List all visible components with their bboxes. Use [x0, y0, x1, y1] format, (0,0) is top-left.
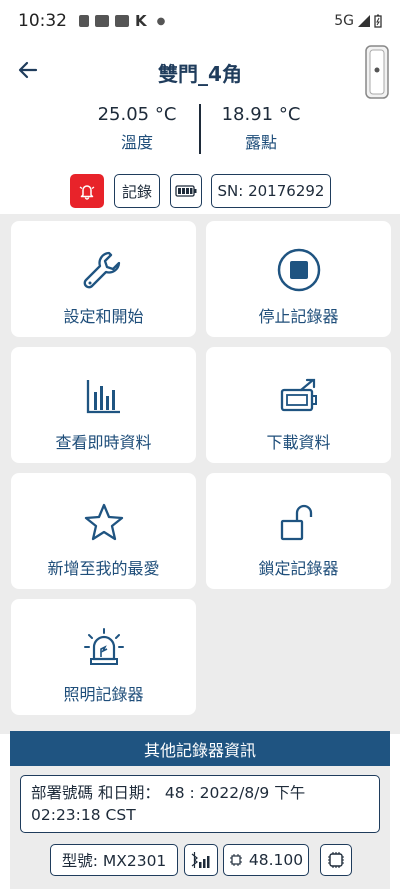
reading-divider — [199, 104, 201, 154]
stop-logger-label: 停止記錄器 — [258, 307, 339, 326]
battery-full-icon — [175, 185, 197, 197]
bar-chart-icon — [86, 380, 120, 414]
stop-icon — [277, 248, 320, 292]
unlock-icon — [280, 504, 312, 541]
view-live-data-label: 查看即時資料 — [55, 433, 152, 452]
view-live-data-tile[interactable]: 查看即時資料 — [11, 347, 196, 463]
temperature-reading: 25.05 °C 溫度 — [82, 104, 192, 153]
add-favorite-label: 新增至我的最愛 — [47, 559, 160, 578]
add-favorite-tile[interactable]: 新增至我的最愛 — [11, 473, 196, 589]
logger-device-icon — [365, 45, 389, 99]
download-data-tile[interactable]: 下載資料 — [206, 347, 391, 463]
k-app-icon: K — [135, 12, 147, 30]
page-title: 雙門_4角 — [158, 62, 242, 86]
app-bar: 雙門_4角 — [0, 42, 400, 100]
battery-chip — [170, 174, 202, 208]
bluetooth-signal-icon — [191, 852, 210, 868]
other-info-header[interactable]: 其他記錄器資訊 — [10, 731, 390, 766]
network-type: 5G — [334, 13, 354, 29]
readings: 25.05 °C 溫度 18.91 °C 露點 — [0, 100, 400, 158]
stop-logger-tile[interactable]: 停止記錄器 — [206, 221, 391, 337]
device-info-chips: 型號: MX2301 48.100 — [10, 844, 390, 878]
status-bar: 10:32 K ● 5G — [0, 0, 400, 42]
alarm-chip[interactable] — [70, 174, 104, 208]
light-logger-label: 照明記錄器 — [63, 685, 144, 704]
status-chips: 記錄 SN: 20176292 — [0, 174, 400, 210]
deployment-line-1: 部署號碼 和日期： 48 : 2022/8/9 下午 — [31, 784, 306, 802]
dewpoint-reading: 18.91 °C 露點 — [206, 104, 316, 153]
status-right: 5G — [334, 13, 382, 29]
processor-icon — [328, 852, 344, 868]
serial-number-chip: SN: 20176292 — [211, 174, 331, 208]
lock-logger-label: 鎖定記錄器 — [258, 559, 339, 578]
chip-icon — [229, 854, 242, 866]
model-chip: 型號: MX2301 — [50, 844, 178, 876]
logging-status-chip[interactable]: 記錄 — [114, 174, 160, 208]
signal-icon — [358, 15, 370, 27]
other-info-panel: 部署號碼 和日期： 48 : 2022/8/9 下午 02:23:18 CST … — [10, 766, 390, 889]
wrench-icon — [83, 251, 120, 289]
setup-start-label: 設定和開始 — [63, 307, 144, 326]
temperature-value: 25.05 °C — [97, 104, 177, 125]
light-logger-tile[interactable]: 照明記錄器 — [11, 599, 196, 715]
download-data-label: 下載資料 — [266, 433, 331, 452]
setup-start-tile[interactable]: 設定和開始 — [11, 221, 196, 337]
deployment-line-2: 02:23:18 CST — [31, 806, 136, 824]
lock-logger-tile[interactable]: 鎖定記錄器 — [206, 473, 391, 589]
youtube-icon — [95, 15, 109, 27]
bluetooth-signal-chip — [184, 844, 218, 876]
action-grid: 設定和開始 停止記錄器 查看即時資料 下載資料 新增至我的最愛 鎖定記錄器 照明… — [0, 214, 400, 734]
notification-icons: K ● — [79, 12, 165, 30]
temperature-label: 溫度 — [120, 133, 153, 152]
firmware-chip: 48.100 — [223, 844, 309, 876]
star-icon — [84, 503, 123, 541]
download-device-icon — [280, 378, 317, 412]
message-icon — [79, 15, 89, 27]
status-time: 10:32 — [18, 11, 67, 31]
youtube-icon — [115, 15, 129, 27]
dewpoint-label: 露點 — [244, 133, 277, 152]
more-dot-icon: ● — [156, 15, 166, 27]
bell-icon — [79, 185, 95, 200]
deployment-info: 部署號碼 和日期： 48 : 2022/8/9 下午 02:23:18 CST — [20, 775, 380, 833]
processor-chip — [320, 844, 352, 876]
dewpoint-value: 18.91 °C — [221, 104, 301, 125]
firmware-version: 48.100 — [248, 851, 304, 869]
battery-icon — [374, 14, 382, 28]
light-icon — [83, 628, 124, 665]
